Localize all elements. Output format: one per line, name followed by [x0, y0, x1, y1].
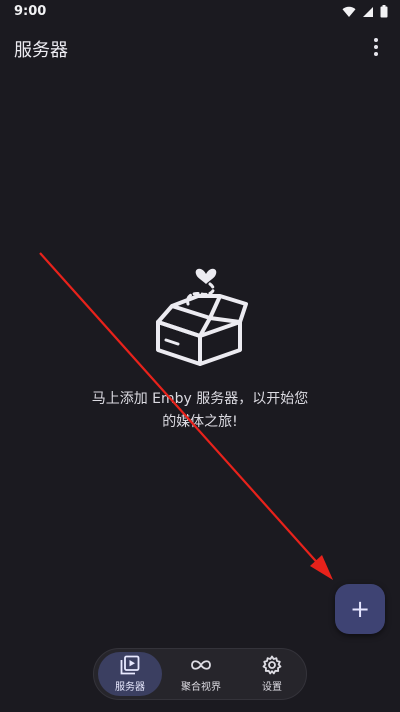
signal-icon: [363, 6, 373, 17]
menu-dot: [374, 45, 378, 49]
menu-dot: [374, 52, 378, 56]
battery-icon: [380, 5, 388, 18]
page-title: 服务器: [14, 40, 68, 61]
nav-label-aggregate: 聚合视界: [181, 682, 221, 693]
status-bar: 9:00: [0, 0, 400, 24]
nav-label-servers: 服务器: [115, 682, 145, 693]
gear-icon: [262, 655, 282, 675]
empty-state-message: 马上添加 Emby 服务器，以开始您 的媒体之旅!: [60, 388, 340, 434]
empty-message-line2: 的媒体之旅!: [162, 414, 238, 430]
nav-item-servers[interactable]: 服务器: [98, 652, 162, 696]
empty-message-line1: 马上添加 Emby 服务器，以开始您: [91, 391, 309, 407]
infinity-icon: [191, 660, 211, 670]
plus-icon: +: [349, 595, 371, 623]
add-server-button[interactable]: +: [335, 584, 385, 634]
bottom-nav: 服务器 聚合视界 设置: [93, 648, 307, 700]
more-vert-icon[interactable]: [370, 38, 382, 56]
wifi-icon: [342, 6, 356, 17]
status-icons: [342, 5, 388, 18]
menu-dot: [374, 38, 378, 42]
app-screen: 9:00 服务器 马上添加 Emby 服务器，以开始您 的媒体之旅! + 服务器…: [0, 0, 400, 712]
nav-item-aggregate[interactable]: 聚合视界: [169, 652, 233, 696]
status-time: 9:00: [14, 4, 47, 19]
nav-label-settings: 设置: [262, 682, 282, 693]
nav-item-settings[interactable]: 设置: [240, 652, 304, 696]
open-box-icon: [156, 268, 248, 366]
play-library-icon: [120, 655, 140, 675]
